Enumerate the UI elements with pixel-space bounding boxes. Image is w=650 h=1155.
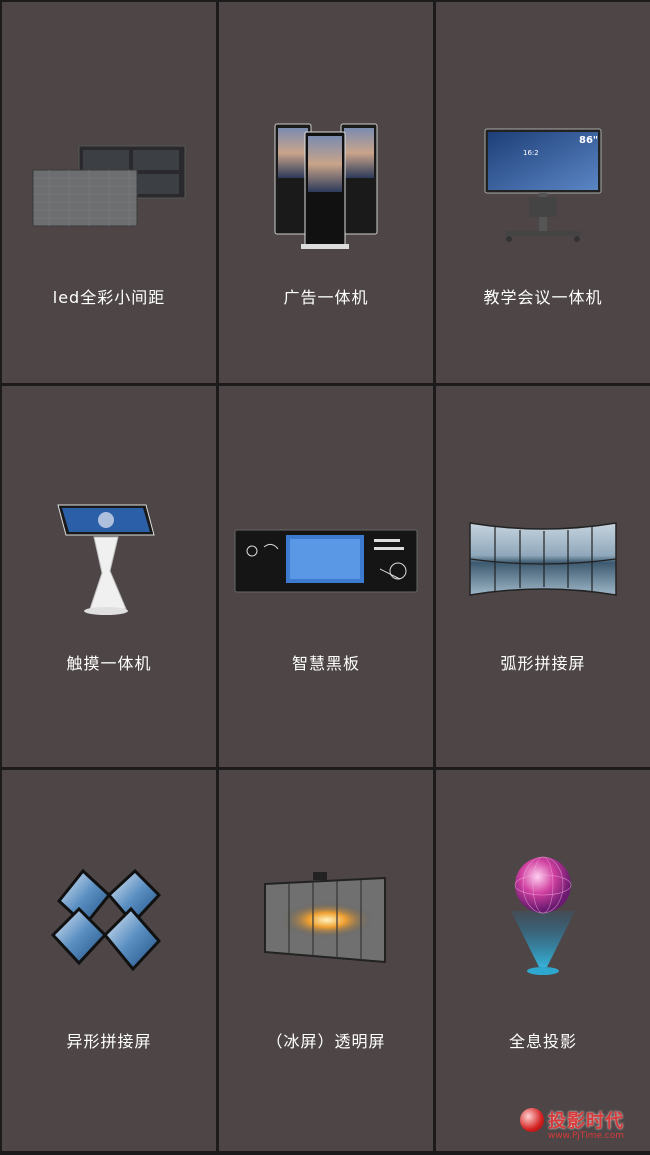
conference-display-icon: 86" 16:2 <box>436 112 650 262</box>
transparent-screen-icon <box>219 855 433 985</box>
product-label: （冰屏）透明屏 <box>266 1032 386 1051</box>
product-tile-curved-wall[interactable]: 弧形拼接屏 <box>436 386 650 767</box>
product-label: 异形拼接屏 <box>66 1032 152 1051</box>
product-tile-conference[interactable]: 86" 16:2 教学会议一体机 <box>436 2 650 383</box>
led-panel-icon <box>2 112 216 262</box>
product-grid: led全彩小间距 广告一体机 86" 16:2 教学会议一体机 触摸一体机 智慧… <box>0 0 650 1155</box>
watermark: 投影时代 www.PjTime.com <box>520 1107 624 1141</box>
watermark-url: www.PjTime.com <box>547 1131 624 1141</box>
product-tile-ad-kiosk[interactable]: 广告一体机 <box>219 2 433 383</box>
product-label: 教学会议一体机 <box>483 288 603 307</box>
product-label: 智慧黑板 <box>291 654 360 673</box>
product-label: 触摸一体机 <box>66 654 152 673</box>
product-tile-smart-blackboard[interactable]: 智慧黑板 <box>219 386 433 767</box>
product-tile-touch-kiosk[interactable]: 触摸一体机 <box>2 386 216 767</box>
ad-kiosk-icon <box>219 112 433 262</box>
touch-kiosk-icon <box>2 486 216 636</box>
svg-text:16:2: 16:2 <box>523 149 539 157</box>
watermark-brand: 投影时代 <box>548 1111 624 1132</box>
product-label: 弧形拼接屏 <box>500 654 586 673</box>
globe-logo-icon <box>520 1108 544 1132</box>
hologram-projection-icon <box>436 855 650 985</box>
product-label: led全彩小间距 <box>52 288 166 307</box>
product-tile-transparent-screen[interactable]: （冰屏）透明屏 <box>219 770 433 1151</box>
shaped-video-wall-icon <box>2 855 216 985</box>
product-label: 广告一体机 <box>283 288 369 307</box>
product-tile-hologram[interactable]: 全息投影 <box>436 770 650 1151</box>
curved-video-wall-icon <box>436 486 650 636</box>
smart-blackboard-icon <box>219 486 433 636</box>
product-tile-shaped-wall[interactable]: 异形拼接屏 <box>2 770 216 1151</box>
product-tile-led[interactable]: led全彩小间距 <box>2 2 216 383</box>
svg-text:86": 86" <box>579 135 598 146</box>
product-label: 全息投影 <box>508 1032 577 1051</box>
